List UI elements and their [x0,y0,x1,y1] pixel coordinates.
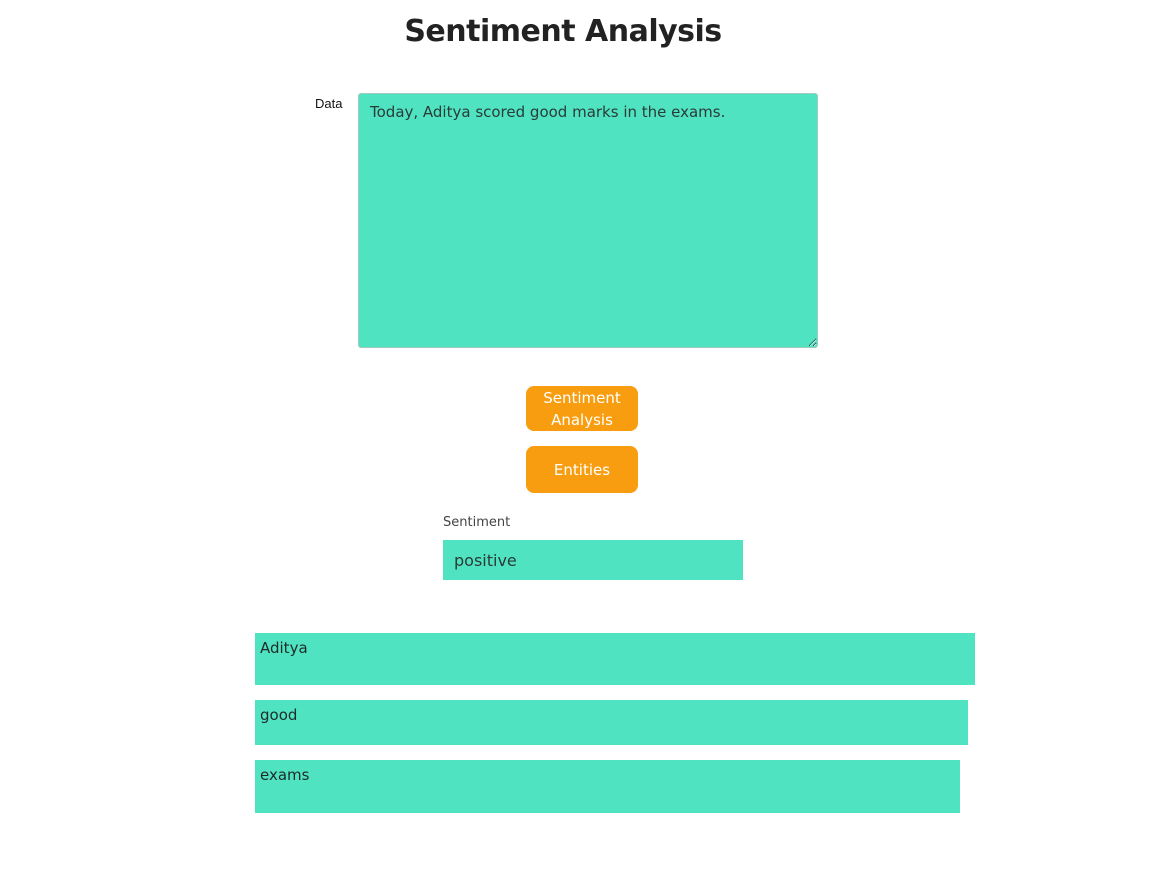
sentiment-label: Sentiment [443,515,511,530]
entity-item: exams [255,760,960,813]
sentiment-output-field[interactable] [443,540,743,580]
entity-item: good [255,700,968,745]
data-textarea[interactable]: Today, Aditya scored good marks in the e… [358,93,818,348]
sentiment-analysis-button[interactable]: Sentiment Analysis [526,386,638,431]
entity-item: Aditya [255,633,975,685]
data-label: Data [315,96,343,111]
entities-button[interactable]: Entities [526,446,638,493]
page-title: Sentiment Analysis [404,14,722,49]
